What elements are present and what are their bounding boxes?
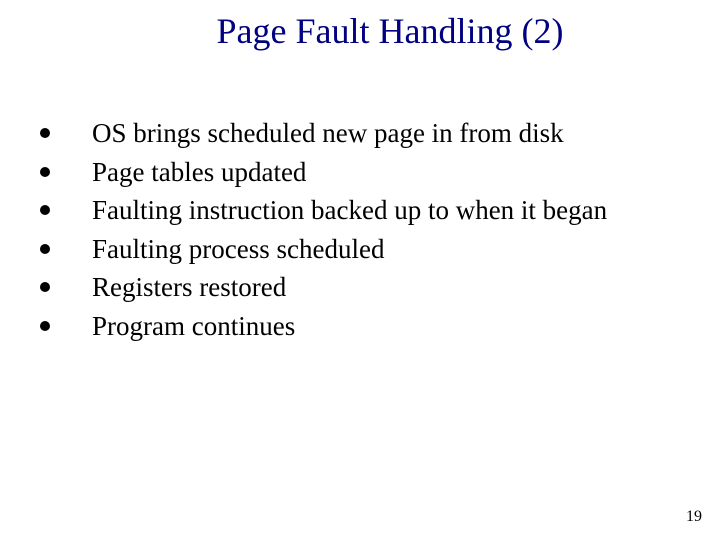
bullet-icon [40, 321, 50, 331]
list-item-text: OS brings scheduled new page in from dis… [92, 116, 564, 151]
list-item-text: Registers restored [92, 270, 286, 305]
bullet-list: OS brings scheduled new page in from dis… [40, 116, 720, 343]
bullet-icon [40, 128, 50, 138]
page-number: 19 [686, 508, 702, 526]
list-item-text: Faulting instruction backed up to when i… [92, 193, 607, 228]
list-item-text: Faulting process scheduled [92, 232, 384, 267]
list-item-text: Page tables updated [92, 155, 306, 190]
list-item: Faulting instruction backed up to when i… [40, 193, 720, 228]
bullet-icon [40, 167, 50, 177]
bullet-icon [40, 244, 50, 254]
list-item: Page tables updated [40, 155, 720, 190]
list-item: Faulting process scheduled [40, 232, 720, 267]
bullet-icon [40, 282, 50, 292]
list-item-text: Program continues [92, 309, 295, 344]
bullet-icon [40, 205, 50, 215]
list-item: Registers restored [40, 270, 720, 305]
list-item: OS brings scheduled new page in from dis… [40, 116, 720, 151]
slide-title: Page Fault Handling (2) [0, 0, 720, 52]
list-item: Program continues [40, 309, 720, 344]
